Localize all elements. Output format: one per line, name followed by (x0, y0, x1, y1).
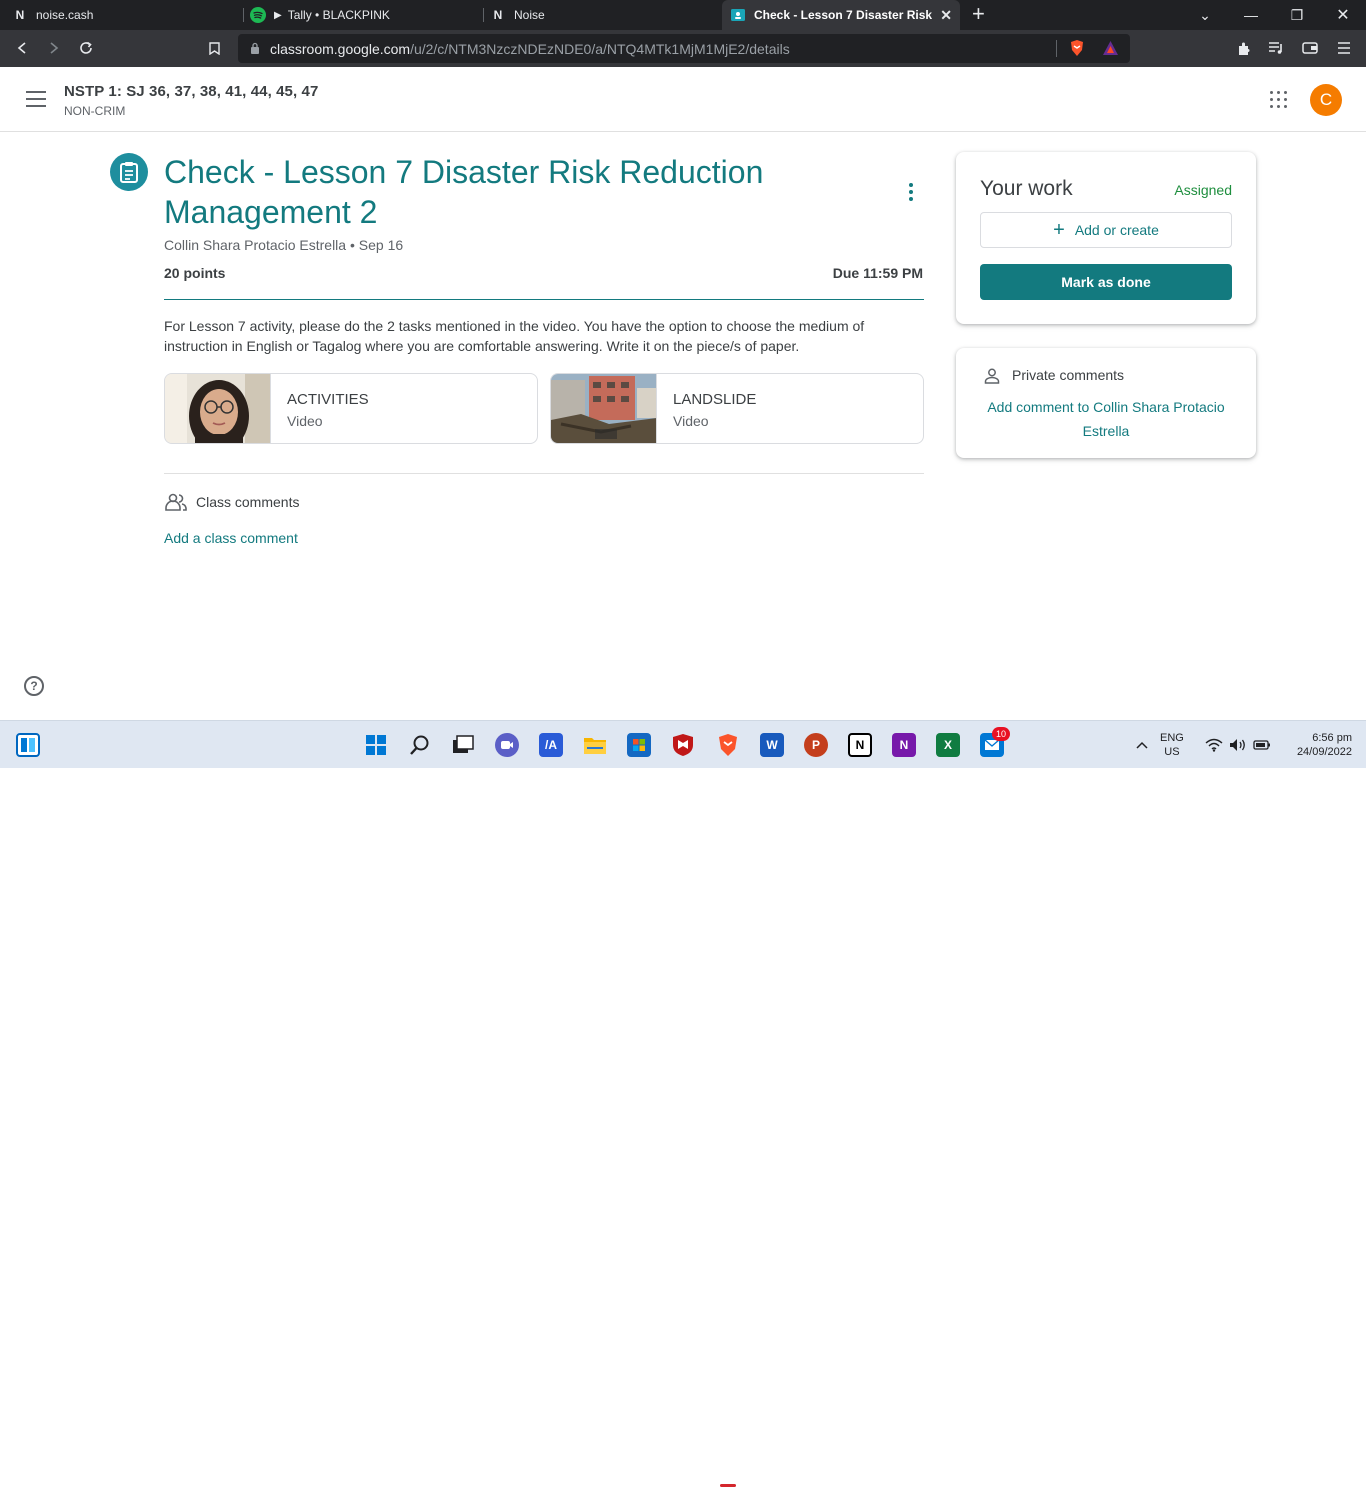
spotify-icon (250, 7, 266, 23)
tab-title: Check - Lesson 7 Disaster Risk Re (754, 8, 932, 22)
tab-title: Tally • BLACKPINK (287, 8, 390, 22)
tab-separator (243, 8, 244, 22)
tab-spotify[interactable]: ▶ Tally • BLACKPINK (250, 0, 480, 30)
brave-shields-icon[interactable] (1069, 39, 1085, 62)
tab-title: noise.cash (36, 8, 94, 22)
start-menu-icon[interactable] (364, 733, 388, 757)
help-icon[interactable]: ? (24, 676, 44, 696)
mark-as-done-button[interactable]: Mark as done (980, 264, 1232, 300)
notification-badge: 10 (992, 727, 1010, 741)
vscode-like-app-icon[interactable]: /A (539, 733, 563, 757)
add-or-create-label: Add or create (1074, 222, 1159, 238)
tab-noise[interactable]: N Noise (490, 0, 720, 30)
clock[interactable]: 6:56 pm 24/09/2022 (1282, 731, 1352, 759)
word-icon[interactable]: W (760, 733, 784, 757)
class-comments-label: Class comments (196, 494, 300, 510)
windows-taskbar: /A W P N N X ENG US 6:56 pm 24/09/2022 (0, 720, 1366, 1487)
assignment-author-date: Collin Shara Protacio Estrella • Sep 16 (164, 237, 404, 253)
assignment-icon (110, 153, 148, 191)
plus-icon: + (1053, 219, 1065, 241)
header-divider (164, 299, 924, 300)
back-button[interactable] (12, 38, 32, 58)
tab-classroom-active[interactable]: Check - Lesson 7 Disaster Risk Re ✕ (722, 0, 960, 30)
classroom-header: NSTP 1: SJ 36, 37, 38, 41, 44, 45, 47 NO… (0, 67, 1366, 132)
close-tab-icon[interactable]: ✕ (940, 7, 952, 24)
lock-icon (251, 42, 259, 54)
address-bar[interactable]: classroom.google.com/u/2/c/NTM3NzczNDEzN… (238, 34, 1130, 63)
tab-title: Noise (514, 8, 545, 22)
assignment-description: For Lesson 7 activity, please do the 2 t… (164, 318, 865, 354)
teams-chat-icon[interactable] (495, 733, 519, 757)
excel-icon[interactable]: X (936, 733, 960, 757)
volume-icon[interactable] (1226, 733, 1250, 757)
forward-button[interactable] (44, 38, 64, 58)
audio-playing-icon[interactable]: ▶ (274, 10, 282, 21)
notion-icon[interactable]: N (848, 733, 872, 757)
tab-noise-cash[interactable]: N noise.cash (12, 0, 242, 30)
media-playlist-icon[interactable] (1266, 38, 1286, 58)
your-work-title: Your work (980, 177, 1073, 200)
private-comments-title: Private comments (1012, 367, 1125, 383)
assignment-due: Due 11:59 PM (832, 265, 923, 281)
noise-cash-favicon-icon: N (15, 8, 25, 22)
class-section: NON-CRIM (64, 104, 126, 118)
add-class-comment-link[interactable]: Add a class comment (164, 530, 298, 546)
tab-search-chevron-icon[interactable]: ⌄ (1182, 0, 1228, 30)
battery-icon[interactable] (1250, 733, 1274, 757)
class-name[interactable]: NSTP 1: SJ 36, 37, 38, 41, 44, 45, 47 (64, 83, 318, 100)
show-hidden-icons-chevron-icon[interactable] (1130, 733, 1154, 757)
attachment-type: Video (673, 413, 709, 429)
attachment-title: ACTIVITIES (287, 391, 369, 408)
browser-toolbar: classroom.google.com/u/2/c/NTM3NzczNDEzN… (0, 30, 1366, 67)
classroom-favicon-icon (730, 7, 746, 23)
status-badge: Assigned (1174, 182, 1232, 198)
attachment-type: Video (287, 413, 323, 429)
brave-browser-icon[interactable] (716, 733, 740, 757)
tab-separator (483, 8, 484, 22)
video-thumbnail (551, 374, 657, 443)
video-thumbnail (165, 374, 271, 443)
comments-divider (164, 473, 924, 474)
onenote-icon[interactable]: N (892, 733, 916, 757)
reload-button[interactable] (76, 38, 96, 58)
google-apps-icon[interactable] (1270, 91, 1287, 108)
omnibox-separator (1056, 40, 1057, 57)
browser-menu-icon[interactable] (1334, 38, 1354, 58)
attachment-activities-video[interactable]: ACTIVITIES Video (164, 373, 538, 444)
add-or-create-button[interactable]: + Add or create (980, 212, 1232, 248)
close-window-button[interactable]: ✕ (1320, 0, 1366, 30)
file-explorer-icon[interactable] (583, 733, 607, 757)
widgets-icon[interactable] (16, 733, 40, 757)
wifi-icon[interactable] (1202, 733, 1226, 757)
microsoft-store-icon[interactable] (627, 733, 651, 757)
your-work-card: Your work Assigned + Add or create Mark … (956, 152, 1256, 324)
restore-button[interactable]: ❐ (1274, 0, 1320, 30)
extensions-puzzle-icon[interactable] (1234, 38, 1254, 58)
search-icon[interactable] (408, 733, 432, 757)
add-private-comment-link[interactable]: Add comment to Collin Shara Protacio Est… (980, 395, 1232, 443)
assignment-title: Check - Lesson 7 Disaster Risk Reduction… (164, 154, 764, 230)
browser-tab-strip: N noise.cash ▶ Tally • BLACKPINK N Noise… (0, 0, 1366, 30)
new-tab-button[interactable]: + (972, 3, 985, 25)
mcafee-shield-icon[interactable] (671, 733, 695, 757)
assignment-points: 20 points (164, 265, 226, 281)
noise-favicon-icon: N (493, 8, 503, 22)
bookmark-icon[interactable] (204, 38, 224, 58)
main-menu-icon[interactable] (26, 91, 46, 107)
url-text: classroom.google.com/u/2/c/NTM3NzczNDEzN… (270, 41, 790, 57)
minimize-button[interactable]: — (1228, 0, 1274, 30)
task-view-icon[interactable] (451, 733, 475, 757)
people-icon (165, 493, 187, 511)
brave-rewards-icon[interactable] (1102, 40, 1119, 61)
powerpoint-icon[interactable]: P (804, 733, 828, 757)
attachment-title: LANDSLIDE (673, 391, 757, 408)
input-language-indicator[interactable]: ENG US (1160, 731, 1184, 759)
account-avatar[interactable]: C (1310, 84, 1342, 116)
attachment-landslide-video[interactable]: LANDSLIDE Video (550, 373, 924, 444)
person-icon (984, 368, 1000, 384)
more-options-icon[interactable] (908, 183, 914, 201)
wallet-icon[interactable] (1300, 38, 1320, 58)
private-comments-card: Private comments Add comment to Collin S… (956, 348, 1256, 458)
